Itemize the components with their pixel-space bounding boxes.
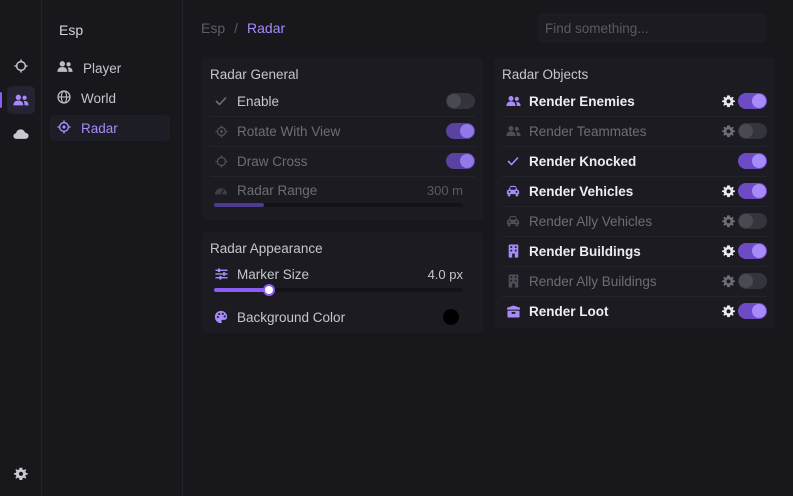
sidebar-item-world[interactable]: World	[50, 85, 170, 111]
render-knocked-row: Render Knocked	[502, 146, 767, 176]
render-ally-vehicles-toggle[interactable]	[738, 213, 767, 229]
box-icon	[505, 303, 521, 319]
render-vehicles-label: Render Vehicles	[529, 183, 634, 199]
render-loot-label: Render Loot	[529, 303, 609, 319]
render-teammates-toggle[interactable]	[738, 123, 767, 139]
breadcrumb: Esp / Radar	[201, 20, 285, 36]
render-knocked-label: Render Knocked	[529, 153, 637, 169]
sidebar-item-label: Player	[83, 60, 122, 76]
gauge-icon	[213, 182, 229, 198]
radar-objects-panel: Radar Objects Render Enemies Render Teamm…	[494, 58, 775, 328]
enable-row: Enable	[210, 86, 475, 116]
render-buildings-label: Render Buildings	[529, 243, 641, 259]
gear-icon[interactable]	[721, 184, 735, 198]
users-icon	[505, 123, 521, 139]
building-icon	[505, 273, 521, 289]
render-enemies-label: Render Enemies	[529, 93, 635, 109]
sidebar-item-label: World	[81, 90, 117, 106]
render-vehicles-toggle[interactable]	[738, 183, 767, 199]
radar-range-slider[interactable]	[214, 203, 463, 207]
background-color-swatch[interactable]	[443, 309, 459, 325]
render-ally-vehicles-row: Render Ally Vehicles	[502, 206, 767, 236]
rail-active-indicator	[0, 92, 2, 108]
render-ally-vehicles-label: Render Ally Vehicles	[529, 213, 653, 229]
background-color-row: Background Color	[210, 302, 475, 332]
check-icon	[213, 93, 229, 109]
gear-icon[interactable]	[721, 214, 735, 228]
sliders-icon	[213, 266, 229, 282]
marker-size-label: Marker Size	[237, 266, 310, 282]
gear-icon[interactable]	[721, 304, 735, 318]
radar-appearance-panel: Radar Appearance Marker Size 4.0 px Back…	[202, 232, 483, 333]
render-teammates-label: Render Teammates	[529, 123, 647, 139]
breadcrumb-parent[interactable]: Esp	[201, 20, 225, 36]
render-enemies-row: Render Enemies	[502, 86, 767, 116]
radar-icon	[213, 123, 229, 139]
marker-size-slider-fill	[214, 288, 269, 292]
radar-range-slider-fill	[214, 203, 264, 207]
sidebar-nav: Esp Player World Radar	[43, 0, 183, 496]
draw-cross-label: Draw Cross	[237, 153, 308, 169]
enable-label: Enable	[237, 93, 280, 109]
gear-icon[interactable]	[721, 94, 735, 108]
draw-cross-toggle[interactable]	[446, 153, 475, 169]
icon-rail	[0, 0, 42, 496]
render-enemies-toggle[interactable]	[738, 93, 767, 109]
car-icon	[505, 213, 521, 229]
marker-size-row: Marker Size 4.0 px	[210, 260, 475, 288]
panel-title: Radar General	[210, 67, 299, 82]
crosshair-icon[interactable]	[7, 52, 35, 80]
radar-range-label: Radar Range	[237, 182, 318, 198]
radar-icon	[57, 119, 71, 137]
rotate-with-view-label: Rotate With View	[237, 123, 341, 139]
sidebar-item-label: Radar	[81, 120, 118, 136]
render-ally-buildings-toggle[interactable]	[738, 273, 767, 289]
render-knocked-toggle[interactable]	[738, 153, 767, 169]
render-ally-buildings-label: Render Ally Buildings	[529, 273, 657, 289]
draw-cross-row: Draw Cross	[210, 146, 475, 176]
radar-general-panel: Radar General Enable Rotate With View Dr…	[202, 58, 483, 220]
breadcrumb-separator: /	[234, 20, 239, 36]
gear-icon[interactable]	[721, 274, 735, 288]
render-buildings-toggle[interactable]	[738, 243, 767, 259]
panel-title: Radar Appearance	[210, 241, 323, 256]
users-icon	[505, 93, 521, 109]
check-icon	[505, 153, 521, 169]
rotate-with-view-toggle[interactable]	[446, 123, 475, 139]
settings-gear-icon[interactable]	[7, 460, 35, 488]
render-ally-buildings-row: Render Ally Buildings	[502, 266, 767, 296]
gear-icon[interactable]	[721, 244, 735, 258]
building-icon	[505, 243, 521, 259]
render-teammates-row: Render Teammates	[502, 116, 767, 146]
background-color-label: Background Color	[237, 309, 346, 325]
enable-toggle[interactable]	[446, 93, 475, 109]
sidebar-item-radar[interactable]: Radar	[50, 115, 170, 141]
gear-icon[interactable]	[721, 124, 735, 138]
cloud-icon[interactable]	[7, 120, 35, 148]
render-buildings-row: Render Buildings	[502, 236, 767, 266]
render-loot-toggle[interactable]	[738, 303, 767, 319]
car-icon	[505, 183, 521, 199]
sidebar-item-player[interactable]: Player	[50, 55, 170, 81]
marker-size-slider[interactable]	[214, 284, 463, 296]
breadcrumb-current: Radar	[247, 20, 286, 36]
users-icon	[57, 60, 73, 76]
radar-range-value: 300 m	[426, 182, 463, 198]
marker-size-slider-thumb[interactable]	[262, 284, 275, 296]
palette-icon	[213, 309, 229, 325]
marker-size-value: 4.0 px	[427, 266, 463, 282]
rotate-with-view-row: Rotate With View	[210, 116, 475, 146]
search-input[interactable]	[537, 13, 767, 43]
globe-icon	[57, 89, 71, 107]
radar-range-row: Radar Range 300 m	[210, 176, 475, 204]
nav-title: Esp	[59, 22, 84, 38]
panel-title: Radar Objects	[502, 67, 589, 82]
crosshair-icon	[213, 153, 229, 169]
render-loot-row: Render Loot	[502, 296, 767, 326]
users-icon[interactable]	[7, 86, 35, 114]
render-vehicles-row: Render Vehicles	[502, 176, 767, 206]
